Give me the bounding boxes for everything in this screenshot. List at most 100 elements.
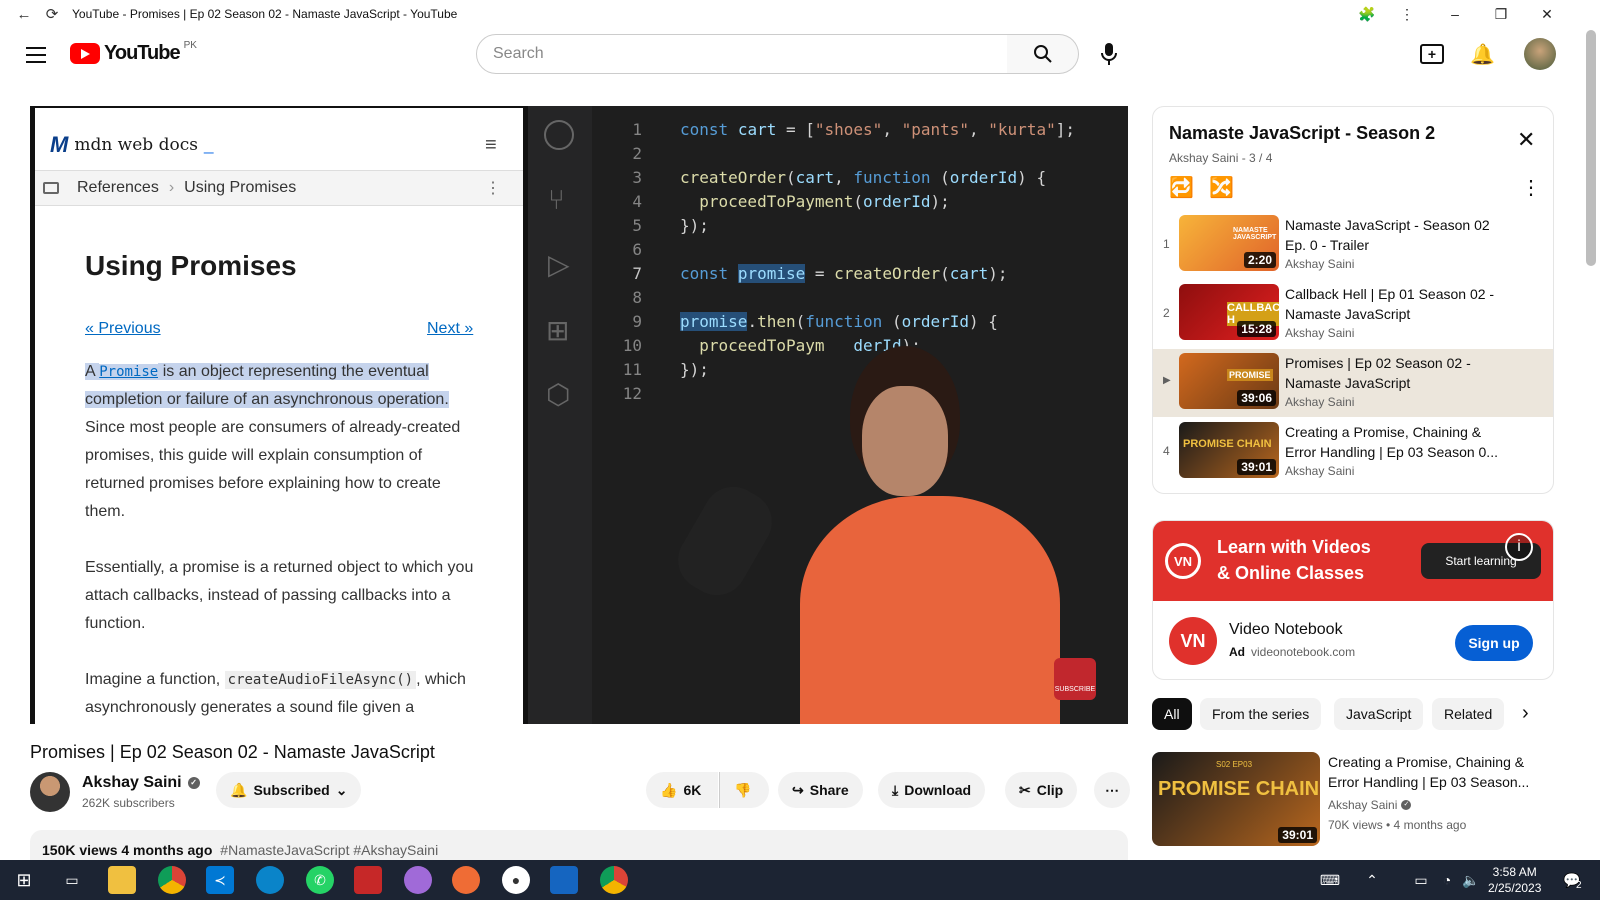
tray-chevron-icon[interactable]: ⌃ <box>1362 866 1382 894</box>
vscode-icon[interactable]: ≺ <box>206 866 234 894</box>
bell-icon: 🔔 <box>230 781 248 798</box>
recommended-item[interactable]: S02 EP03 PROMISE CHAIN 39:01 Creating a … <box>1152 752 1554 846</box>
remote-desktop-icon[interactable] <box>550 866 578 894</box>
playlist-panel: Namaste JavaScript - Season 2 Akshay Sai… <box>1152 106 1554 494</box>
share-icon: ↪ <box>792 781 804 798</box>
verified-icon: ✓ <box>1401 800 1412 810</box>
page-scrollbar[interactable] <box>1586 30 1596 266</box>
reload-icon[interactable]: ⟳ <box>38 0 66 28</box>
thumbnail: PROMISE CHAIN 39:01 <box>1179 422 1279 478</box>
run-debug-icon: ▷ <box>548 249 570 280</box>
line-number: 8 <box>632 288 642 307</box>
mdn-logo-icon: M <box>50 132 69 157</box>
task-view-icon[interactable]: ▭ <box>58 866 86 894</box>
playlist-item[interactable]: 1 NAMASTE JAVASCRIPT 2:20 Namaste JavaSc… <box>1153 211 1553 279</box>
close-icon[interactable]: ✕ <box>1517 127 1535 153</box>
share-button[interactable]: ↪ Share <box>778 772 863 808</box>
chip-related[interactable]: Related <box>1432 698 1505 730</box>
line-number: 5 <box>632 216 642 235</box>
shuffle-icon[interactable]: 🔀 <box>1209 175 1234 200</box>
dislike-button[interactable]: 👎 <box>719 772 769 808</box>
subscribe-watermark-icon[interactable]: SUBSCRIBE <box>1054 658 1096 700</box>
chip-from-series[interactable]: From the series <box>1200 698 1322 730</box>
playlist-item-current[interactable]: ▶ PROMISE 39:06 Promises | Ep 02 Season … <box>1153 349 1553 417</box>
youtube-play-icon <box>70 43 100 64</box>
file-explorer-icon[interactable] <box>108 866 136 894</box>
presenter-figure <box>667 346 1090 724</box>
search-button[interactable] <box>1007 34 1079 74</box>
channel-name[interactable]: Akshay Saini ✓ <box>82 774 200 792</box>
app-icon[interactable] <box>404 866 432 894</box>
window-title: YouTube - Promises | Ep 02 Season 02 - N… <box>72 7 458 21</box>
sidebar-toggle-icon <box>43 182 59 194</box>
clock[interactable]: 3:58 AM 2/25/2023 <box>1488 864 1541 896</box>
code-line: createOrder(cart, function (orderId) { <box>680 168 1047 187</box>
video-player[interactable]: M mdn web docs _ ≡ References › Using Pr… <box>30 106 1128 724</box>
node-icon[interactable]: ● <box>502 866 530 894</box>
recommended-meta: 70K views • 4 months ago <box>1328 818 1467 832</box>
battery-icon[interactable]: ▭ <box>1410 866 1432 894</box>
playlist-item[interactable]: 4 PROMISE CHAIN 39:01 Creating a Promise… <box>1153 418 1553 486</box>
keyboard-icon[interactable]: ⌨ <box>1318 866 1342 894</box>
youtube-logo[interactable]: YouTube PK <box>70 40 197 65</box>
taskbar: ⊞ ▭ ≺ ✆ ● ⌨ ⌃ ▭ ◔ 🔈 3:58 AM 2/25/2023 💬 … <box>0 860 1600 900</box>
minimize-button[interactable]: – <box>1432 0 1478 28</box>
ad-banner[interactable]: VN Learn with Videos & Online Classes St… <box>1153 521 1553 601</box>
ad-name[interactable]: Video Notebook <box>1229 621 1343 639</box>
search-icon <box>1033 45 1052 63</box>
avatar[interactable] <box>1524 38 1556 70</box>
chrome-icon[interactable] <box>158 866 186 894</box>
explorer-search-icon <box>544 120 574 150</box>
signup-button[interactable]: Sign up <box>1455 625 1533 661</box>
loop-icon[interactable]: 🔁 <box>1169 175 1194 200</box>
chrome-active-icon[interactable] <box>600 866 628 894</box>
mdn-paragraph-1: A Promise is an object representing the … <box>85 363 461 520</box>
more-actions-button[interactable]: ⋯ <box>1094 772 1130 808</box>
verified-icon: ✓ <box>187 777 200 789</box>
breadcrumb-using-promises: Using Promises <box>184 179 297 196</box>
clip-button[interactable]: ✂ Clip <box>1005 772 1078 808</box>
line-number: 1 <box>632 120 642 139</box>
thumbnail: CALLBACK H 15:28 <box>1179 284 1279 340</box>
chip-all[interactable]: All <box>1152 698 1192 730</box>
hashtags[interactable]: #NamasteJavaScript #AkshaySaini <box>220 842 438 858</box>
back-icon[interactable]: ← <box>10 0 38 28</box>
source-control-icon: ⑂ <box>548 184 565 215</box>
channel-avatar[interactable] <box>30 772 70 812</box>
chevron-right-icon[interactable]: › <box>1522 702 1529 725</box>
volume-icon[interactable]: 🔈 <box>1460 866 1482 894</box>
ad-domain: videonotebook.com <box>1251 645 1356 659</box>
subscribed-button[interactable]: 🔔 Subscribed ⌄ <box>216 772 362 808</box>
code-line: const cart = ["shoes", "pants", "kurta"]… <box>680 120 1075 139</box>
playlist-more-icon[interactable]: ⋮ <box>1521 175 1541 200</box>
mdn-menu-icon: ≡ <box>485 134 497 156</box>
windows-start-icon[interactable]: ⊞ <box>10 866 38 894</box>
ad-banner-line2: & Online Classes <box>1217 563 1365 583</box>
line-number: 2 <box>632 144 642 163</box>
create-video-icon[interactable]: + <box>1420 44 1444 64</box>
edge-icon[interactable] <box>256 866 284 894</box>
ad-logo[interactable]: VN <box>1169 617 1217 665</box>
like-button[interactable]: 👍 6K <box>646 772 718 808</box>
restore-button[interactable]: ❐ <box>1478 0 1524 28</box>
mic-icon[interactable] <box>1100 42 1118 66</box>
ad-card[interactable]: VN Learn with Videos & Online Classes St… <box>1152 520 1554 680</box>
close-window-button[interactable]: ✕ <box>1524 0 1570 28</box>
wifi-icon[interactable]: ◔ <box>1436 866 1458 894</box>
postman-icon[interactable] <box>452 866 480 894</box>
playlist-title[interactable]: Namaste JavaScript - Season 2 <box>1169 123 1435 144</box>
recorder-icon[interactable] <box>354 866 382 894</box>
download-button[interactable]: ⤓ Download <box>878 772 986 808</box>
clock-time: 3:58 AM <box>1492 865 1537 879</box>
more-vert-icon[interactable]: ⋮ <box>1384 0 1430 28</box>
menu-icon[interactable] <box>24 42 48 66</box>
chip-javascript[interactable]: JavaScript <box>1334 698 1424 730</box>
breadcrumb-more-icon: ⋮ <box>485 180 501 197</box>
notifications-bell-icon[interactable]: 🔔 <box>1470 42 1495 67</box>
search-input[interactable]: Search <box>476 34 1008 74</box>
whatsapp-icon[interactable]: ✆ <box>306 866 334 894</box>
logo-text: YouTube <box>104 42 181 64</box>
extensions-view-icon: ⊞ <box>546 315 570 346</box>
playlist-item[interactable]: 2 CALLBACK H 15:28 Callback Hell | Ep 01… <box>1153 280 1553 348</box>
info-icon[interactable]: i <box>1505 533 1533 561</box>
